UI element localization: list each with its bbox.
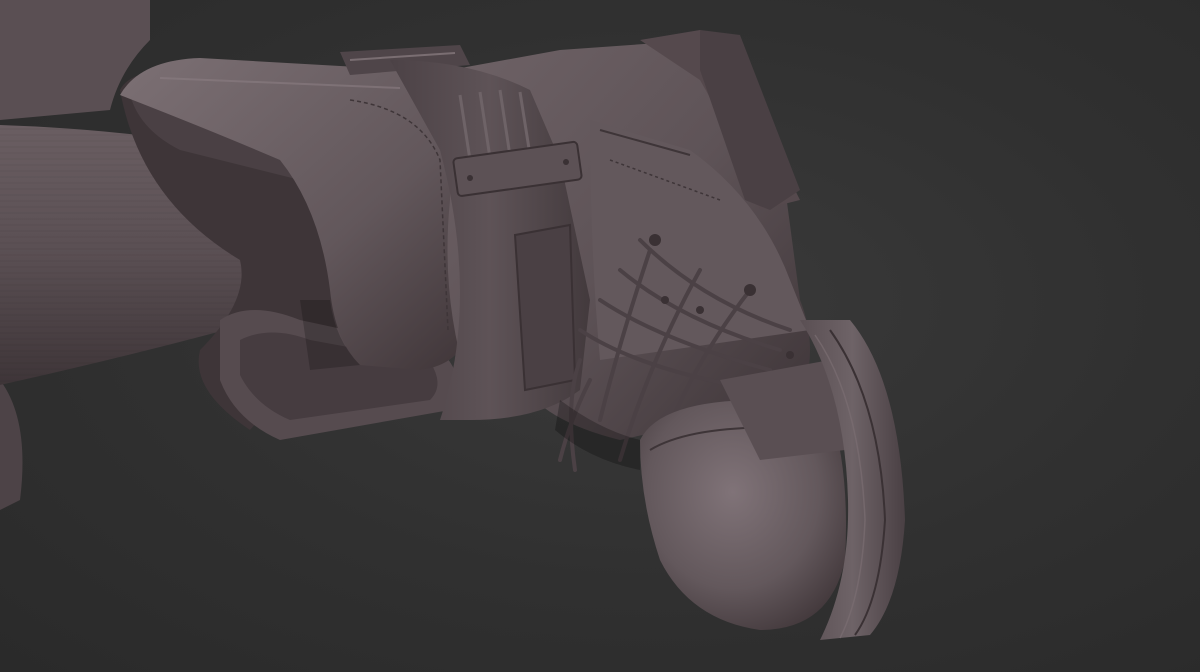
render-viewport [0,0,1200,672]
boot-sculpt-render [0,0,905,640]
strap-lower-panel [513,223,577,392]
background-leg-shadow [0,380,23,510]
